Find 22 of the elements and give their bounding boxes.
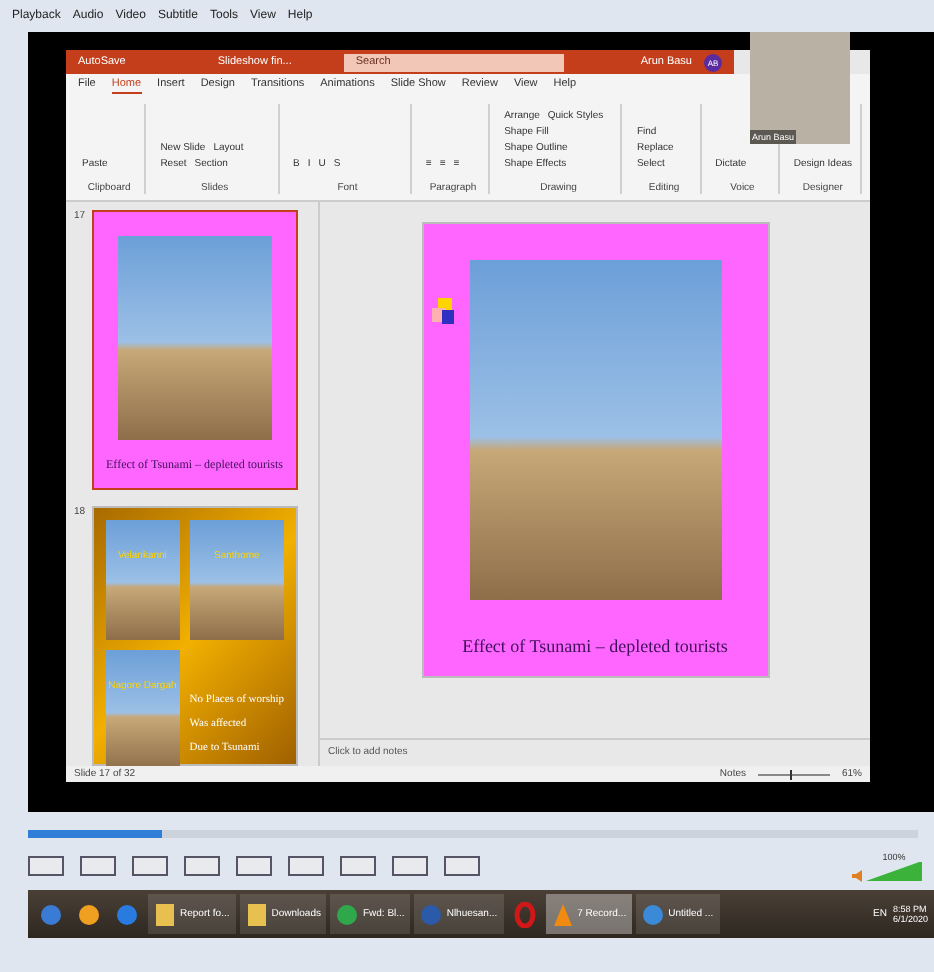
player-control-button[interactable] [392,856,428,876]
app-icon [116,901,138,927]
folder-icon [154,901,176,927]
player-control-button[interactable] [28,856,64,876]
folder-icon [245,901,268,927]
slide-caption: Effect of Tsunami – depleted tourists [462,636,728,656]
ring-icon [513,901,536,927]
player-control-button[interactable] [80,856,116,876]
player-control-button[interactable] [288,856,324,876]
app-icon [642,901,665,927]
traffic-cone-icon [551,901,574,927]
player-control-button[interactable] [132,856,168,876]
player-control-button[interactable] [444,856,480,876]
player-control-button[interactable] [184,856,220,876]
app-icon [40,901,62,927]
player-control-button[interactable] [236,856,272,876]
player-control-button[interactable] [340,856,376,876]
squares-icon [431,296,455,328]
volume-slider[interactable] [866,861,922,881]
app-icon [78,901,100,927]
app-icon [420,901,443,927]
app-icon [336,901,359,927]
